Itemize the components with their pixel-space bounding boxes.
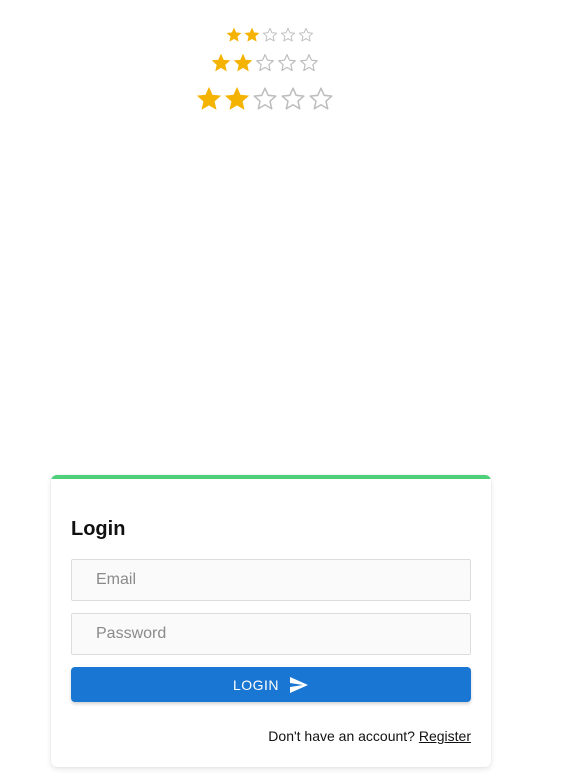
- password-field[interactable]: [71, 613, 471, 655]
- star-empty-icon[interactable]: [298, 27, 314, 43]
- register-prompt-text: Don't have an account?: [268, 728, 415, 744]
- register-link[interactable]: Register: [419, 728, 471, 744]
- star-empty-icon[interactable]: [280, 27, 296, 43]
- star-empty-icon[interactable]: [255, 53, 275, 73]
- star-filled-icon[interactable]: [226, 27, 242, 43]
- card-accent-bar: [51, 475, 491, 479]
- star-empty-icon[interactable]: [277, 53, 297, 73]
- star-filled-icon[interactable]: [233, 53, 253, 73]
- login-button[interactable]: LOGIN: [71, 667, 471, 702]
- register-prompt-line: Don't have an account? Register: [268, 728, 471, 744]
- star-filled-icon[interactable]: [224, 86, 250, 112]
- star-empty-icon[interactable]: [280, 86, 306, 112]
- star-rating-medium[interactable]: [211, 53, 319, 73]
- send-icon: [289, 676, 309, 694]
- star-empty-icon[interactable]: [252, 86, 278, 112]
- login-button-label: LOGIN: [232, 676, 280, 693]
- star-empty-icon[interactable]: [308, 86, 334, 112]
- login-card: Login LOGIN Don't have an account? Regis…: [51, 475, 491, 767]
- star-filled-icon[interactable]: [244, 27, 260, 43]
- star-empty-icon[interactable]: [299, 53, 319, 73]
- email-field[interactable]: [71, 559, 471, 601]
- star-rating-small[interactable]: [226, 27, 314, 43]
- star-filled-icon[interactable]: [211, 53, 231, 73]
- page: Login LOGIN Don't have an account? Regis…: [0, 0, 585, 780]
- star-empty-icon[interactable]: [262, 27, 278, 43]
- login-title: Login: [71, 518, 126, 540]
- star-rating-large[interactable]: [196, 86, 334, 112]
- star-filled-icon[interactable]: [196, 86, 222, 112]
